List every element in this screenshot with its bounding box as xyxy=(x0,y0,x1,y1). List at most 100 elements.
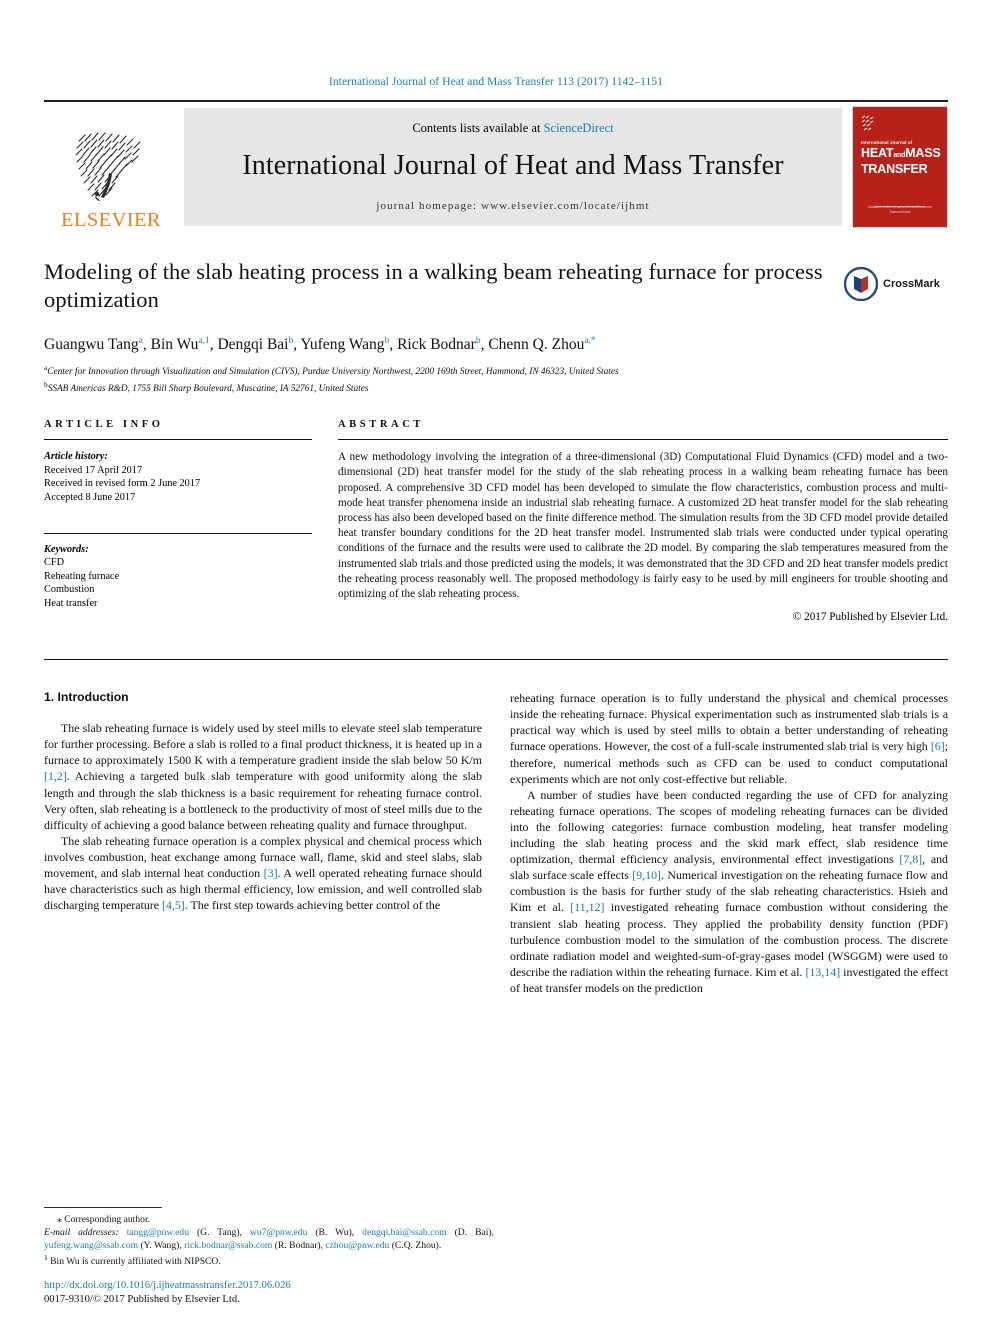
author-2: Bin Wua,1 xyxy=(151,336,210,353)
footnote-block: ⁎ Corresponding author. E-mail addresses… xyxy=(44,1207,494,1269)
abstract-column: ABSTRACT A new methodology involving the… xyxy=(338,419,948,623)
citation-ref[interactable]: [3] xyxy=(264,866,278,880)
section-heading-introduction: 1. Introduction xyxy=(44,690,129,705)
abstract-heading: ABSTRACT xyxy=(338,419,424,431)
author-5-affmark: b xyxy=(475,336,481,346)
paragraph: The slab reheating furnace is widely use… xyxy=(44,720,482,833)
author-5-name: Rick Bodnar xyxy=(397,336,476,354)
paragraph: A number of studies have been conducted … xyxy=(510,787,948,996)
article-info-column: ARTICLE INFO Article history: Received 1… xyxy=(44,419,312,623)
footnote-1-mark: 1 xyxy=(44,1253,48,1263)
paragraph-text: reheating furnace operation is to fully … xyxy=(510,691,948,754)
contents-available-line: Contents lists available at ScienceDirec… xyxy=(412,121,613,136)
keyword-item: CFD xyxy=(44,557,65,569)
elsevier-logo: ELSEVIER xyxy=(44,102,178,232)
doi-link[interactable]: http://dx.doi.org/10.1016/j.ijheatmasstr… xyxy=(44,1279,504,1293)
abstract-copyright: © 2017 Published by Elsevier Ltd. xyxy=(792,611,948,624)
cover-footer-line1: Available online at www.sciencedirect.co… xyxy=(868,205,932,209)
paragraph-text: The slab reheating furnace is widely use… xyxy=(44,721,482,768)
article-info-rule xyxy=(44,439,312,441)
doi-block: http://dx.doi.org/10.1016/j.ijheatmasstr… xyxy=(44,1279,504,1307)
keywords-rule xyxy=(44,532,312,534)
author-5: Rick Bodnarb xyxy=(397,336,481,353)
author-3-affmark: b xyxy=(288,336,294,346)
keyword-item: Heat transfer xyxy=(44,597,98,609)
cover-footer: Available online at www.sciencedirect.co… xyxy=(853,205,947,215)
journal-band: Contents lists available at ScienceDirec… xyxy=(184,108,842,226)
section-divider xyxy=(44,659,948,661)
cover-title-and: and xyxy=(893,152,906,159)
citation-ref[interactable]: [7,8] xyxy=(899,852,922,866)
affiliation-footnote-1: 1 Bin Wu is currently affiliated with NI… xyxy=(44,1252,494,1269)
citation-ref[interactable]: [1,2] xyxy=(44,769,67,783)
journal-masthead: ELSEVIER Contents lists available at Sci… xyxy=(44,100,948,232)
cover-title-transfer: TRANSFER xyxy=(861,161,928,176)
article-history-revised: Received in revised form 2 June 2017 xyxy=(44,478,201,490)
contents-prefix: Contents lists available at xyxy=(412,120,544,135)
affiliation-a: aCenter for Innovation through Visualiza… xyxy=(44,362,948,379)
page-title: Modeling of the slab heating process in … xyxy=(44,259,823,312)
email-owner: (B. Wu), xyxy=(307,1227,363,1239)
affiliation-b: bSSAB Americas R&D, 1755 Bill Sharp Boul… xyxy=(44,379,948,396)
issn-copyright-line: 0017-9310/© 2017 Published by Elsevier L… xyxy=(44,1294,240,1305)
journal-homepage[interactable]: journal homepage: www.elsevier.com/locat… xyxy=(376,200,649,212)
author-2-affmark: a,1 xyxy=(198,336,210,346)
body-columns: 1. Introduction The slab reheating furna… xyxy=(44,690,948,996)
cover-title: HEATandMASS TRANSFER xyxy=(861,147,942,175)
paragraph: The slab reheating furnace operation is … xyxy=(44,833,482,913)
paragraph-text: A number of studies have been conducted … xyxy=(510,787,948,867)
article-history-received: Received 17 April 2017 xyxy=(44,464,143,476)
corresponding-mark: ⁎ xyxy=(57,1214,62,1226)
author-3-name: Dengqi Bai xyxy=(217,336,289,354)
author-4-name: Yufeng Wang xyxy=(300,336,385,354)
abstract-rule xyxy=(338,439,948,441)
body-column-right: reheating furnace operation is to fully … xyxy=(510,690,948,996)
author-1-affmark: a xyxy=(138,336,143,346)
citation-ref[interactable]: [13,14] xyxy=(805,965,840,979)
email-addresses-label: E-mail addresses: xyxy=(44,1227,127,1239)
author-1: Guangwu Tanga xyxy=(44,336,143,353)
cover-footer-line2: ScienceDirect xyxy=(889,210,911,214)
footnote-1-text: Bin Wu is currently affiliated with NIPS… xyxy=(50,1256,221,1268)
keywords-label: Keywords: xyxy=(44,543,89,555)
affiliation-b-text: SSAB Americas R&D, 1755 Bill Sharp Boule… xyxy=(47,383,369,394)
email-addresses-note: E-mail addresses: tangg@pnw.edu (G. Tang… xyxy=(44,1227,494,1252)
cover-title-heat: HEAT xyxy=(861,146,894,160)
citation-ref[interactable]: [11,12] xyxy=(570,900,604,914)
email-link[interactable]: yufeng.wang@ssab.com xyxy=(44,1240,138,1251)
author-1-name: Guangwu Tang xyxy=(44,336,139,354)
article-history-label: Article history: xyxy=(44,451,108,463)
corresponding-author-note: ⁎ Corresponding author. xyxy=(44,1214,494,1227)
title-block: Modeling of the slab heating process in … xyxy=(44,258,948,314)
elsevier-wordmark: ELSEVIER xyxy=(61,208,161,231)
email-owner: (D. Bai), xyxy=(446,1227,495,1239)
email-link[interactable]: rick.bodnar@ssab.com xyxy=(184,1240,272,1251)
citation-ref[interactable]: [4,5] xyxy=(162,898,185,912)
citation-ref[interactable]: [9,10] xyxy=(632,868,661,882)
email-link[interactable]: dengqi.bai@ssab.com xyxy=(362,1227,447,1238)
email-link[interactable]: czhou@pnw.edu xyxy=(325,1240,389,1251)
author-list: Guangwu Tanga, Bin Wua,1, Dengqi Baib, Y… xyxy=(44,336,596,354)
abstract-body: A new methodology involving the integrat… xyxy=(338,451,948,600)
author-6-name: Chenn Q. Zhou xyxy=(488,336,585,354)
running-head: International Journal of Heat and Mass T… xyxy=(328,76,664,88)
corresponding-text: Corresponding author. xyxy=(64,1214,151,1226)
email-owner: (C.Q. Zhou). xyxy=(389,1239,442,1251)
author-4-affmark: b xyxy=(384,336,390,346)
crossmark-badge[interactable]: CrossMark xyxy=(844,260,948,308)
email-owner: (R. Bodnar), xyxy=(272,1239,326,1251)
sciencedirect-link[interactable]: ScienceDirect xyxy=(544,121,614,135)
journal-cover-thumbnail: International Journal of HEATandMASS TRA… xyxy=(852,106,948,228)
citation-ref[interactable]: [6] xyxy=(931,739,945,753)
footnote-rule xyxy=(44,1207,162,1209)
author-6-affmark: a,* xyxy=(584,336,596,346)
article-info-heading: ARTICLE INFO xyxy=(44,419,164,431)
author-2-name: Bin Wu xyxy=(150,336,199,354)
crossmark-label: CrossMark xyxy=(883,278,940,290)
email-owner: (G. Tang), xyxy=(189,1227,250,1239)
email-link[interactable]: wu7@pnw.edu xyxy=(250,1227,308,1238)
email-link[interactable]: tangg@pnw.edu xyxy=(127,1227,189,1238)
article-history-accepted: Accepted 8 June 2017 xyxy=(44,491,136,503)
cover-elsevier-tree-icon xyxy=(861,115,874,131)
author-4: Yufeng Wangb xyxy=(300,336,389,353)
